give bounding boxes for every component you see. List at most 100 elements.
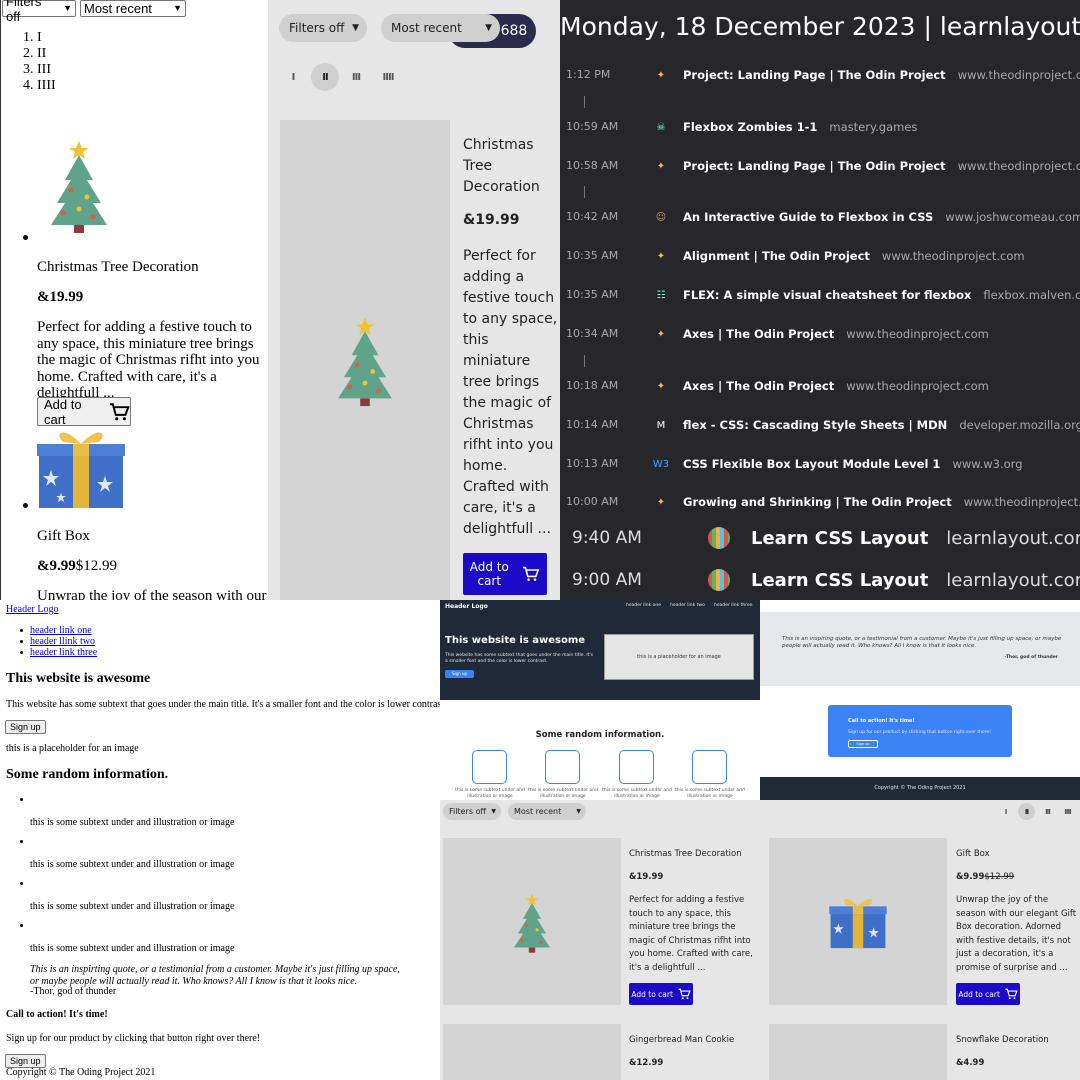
learnlayout-icon <box>708 527 730 549</box>
product-image-box <box>769 1024 947 1080</box>
raw-product-list-panel: Filters off ▼ Most recent ▼ 1. I 2. II 3. … <box>0 0 268 600</box>
info-caption: this is some subtext under and illustrat… <box>602 788 672 799</box>
list-bullet <box>20 924 23 927</box>
testimonial-quote: This is an inspiring quote, or a testimo… <box>782 636 1062 649</box>
add-to-cart-label: Add to cart <box>958 989 1000 999</box>
column-3-button[interactable]: III <box>1039 803 1056 820</box>
signup-button[interactable]: Sign up <box>5 720 46 734</box>
product-name: Christmas Tree Decoration <box>463 137 540 195</box>
history-entry[interactable]: 10:34 AM ✦ Axes | The Odin Project www.theo… <box>560 327 1080 347</box>
history-entry[interactable]: 10:00 AM ✦ Growing and Shrinking | The Odi… <box>560 495 1080 515</box>
list-bullet <box>20 798 23 801</box>
sort-select[interactable]: Most recent ▼ <box>381 14 500 42</box>
column-item[interactable]: 3. III <box>23 62 56 78</box>
sort-select[interactable]: Most recent ▼ <box>508 803 586 820</box>
entry-title: Growing and Shrinking | The Odin Project… <box>683 495 1080 509</box>
filter-select[interactable]: Filters off ▼ <box>443 803 501 820</box>
column-4-button[interactable]: IIII <box>1059 803 1076 820</box>
chevron-down-icon: ▼ <box>485 23 492 33</box>
column-item[interactable]: 1. I <box>23 30 56 46</box>
history-entry-large[interactable]: 9:00 AM Learn CSS Layout learnlayout.com <box>560 569 1080 600</box>
history-entry[interactable]: 10:13 AM W3 CSS Flexible Box Layout Module… <box>560 457 1080 477</box>
filter-select-value: Filters off <box>449 807 486 816</box>
history-entry-large[interactable]: 9:40 AM Learn CSS Layout learnlayout.com <box>560 527 1080 568</box>
history-entry[interactable]: 10:35 AM ☷ FLEX: A simple visual cheatshee… <box>560 288 1080 308</box>
chevron-down-icon: ▼ <box>352 23 359 33</box>
product-price: &9.99 <box>956 872 985 882</box>
cart-icon <box>1005 988 1018 1000</box>
column-4-button[interactable]: IIII <box>374 63 402 91</box>
filter-select[interactable]: Filters off ▼ <box>2 0 76 24</box>
list-bullet <box>23 503 28 508</box>
product-old-price: $12.99 <box>984 872 1015 882</box>
cta-title: Call to action! It's time! <box>848 718 915 724</box>
cart-icon <box>109 402 130 420</box>
entry-domain: mastery.games <box>829 120 918 134</box>
entry-time: 10:35 AM <box>566 249 619 262</box>
product-description: Unwrap the joy of the season with our el… <box>956 895 1077 973</box>
product-image-box <box>280 120 450 600</box>
entry-domain: learnlayout.com <box>946 528 1080 549</box>
entry-time: 10:34 AM <box>566 327 619 340</box>
christmas-tree-image <box>514 893 550 953</box>
chevron-down-icon: ▼ <box>491 808 496 815</box>
add-to-cart-button[interactable]: Add to cart <box>463 553 547 595</box>
history-entry[interactable]: 1:12 PM ✦ Project: Landing Page | The Odin… <box>560 68 1080 88</box>
entry-time: 10:58 AM <box>566 159 619 172</box>
header-logo[interactable]: Header Logo <box>445 603 488 610</box>
info-caption: this is some subtext under and illustrat… <box>30 901 235 912</box>
entry-title: Project: Landing Page | The Odin Project… <box>683 159 1080 173</box>
header-link-two[interactable]: header llink two <box>30 636 95 647</box>
footer-copyright: Copyright © The Oding Project 2021 <box>6 1067 156 1078</box>
product-old-price: $12.99 <box>75 558 117 574</box>
odin-icon: ✦ <box>656 380 666 392</box>
column-2-button[interactable]: II <box>1018 803 1035 820</box>
entry-title: Alignment | The Odin Project www.theodinp… <box>683 249 1025 263</box>
history-entry[interactable]: 10:58 AM ✦ Project: Landing Page | The Odi… <box>560 159 1080 179</box>
header-link-three[interactable]: header link three <box>714 603 753 608</box>
sort-select-value: Most recent <box>391 21 462 35</box>
cta-signup-button[interactable]: Sign up <box>848 740 878 748</box>
add-to-cart-button[interactable]: Add to cart <box>37 396 131 427</box>
hero-subtext: This website has some subtext that goes … <box>445 653 594 664</box>
history-entry[interactable]: 10:14 AM Mflex - CSS: Cascading Style She… <box>560 418 1080 438</box>
column-1-button[interactable]: I <box>279 63 307 91</box>
column-2-button[interactable]: II <box>311 63 339 91</box>
mdn-icon: M <box>656 419 666 431</box>
entry-domain: www.joshwcomeau.com <box>945 210 1080 224</box>
add-to-cart-button[interactable]: Add to cart <box>629 983 693 1005</box>
sort-select[interactable]: Most recent ▼ <box>80 0 186 17</box>
signup-button[interactable]: Sign up <box>445 670 474 678</box>
entry-domain: www.theodinproject.com <box>963 495 1080 509</box>
header-link-three[interactable]: header link three <box>30 647 97 658</box>
history-entry[interactable]: 10:18 AM ✦ Axes | The Odin Project www.theo… <box>560 379 1080 399</box>
illustration-box <box>472 750 507 784</box>
header-logo-link[interactable]: Header Logo <box>6 604 58 615</box>
column-1-button[interactable]: I <box>997 803 1014 820</box>
column-3-button[interactable]: III <box>342 63 370 91</box>
column-item[interactable]: 4. IIII <box>23 78 56 94</box>
image-placeholder: this is a placeholder for an image <box>6 743 139 754</box>
column-item[interactable]: 2. II <box>23 46 56 62</box>
entry-title: Axes | The Odin Project www.theodinprojec… <box>683 327 989 341</box>
history-entry[interactable]: 10:59 AM ☠ Flexbox Zombies 1-1 mastery.game… <box>560 120 1080 140</box>
quote-section: This is an inspiring quote, or a testimo… <box>760 612 1080 686</box>
product-description: Perfect for adding a festive touch to an… <box>37 319 260 401</box>
odin-icon: ✦ <box>656 69 666 81</box>
entry-domain: www.theodinproject.com <box>846 379 989 393</box>
add-to-cart-label: Add to cart <box>44 396 82 427</box>
header-link-one[interactable]: header link one <box>626 603 661 608</box>
filter-select[interactable]: Filters off ▼ <box>279 14 367 42</box>
header-link-two[interactable]: header link two <box>670 603 705 608</box>
entry-domain: flexbox.malven.co <box>983 288 1080 302</box>
odin-icon: ✦ <box>656 160 666 172</box>
product-price: &19.99 <box>37 289 84 305</box>
cta-signup-button[interactable]: Sign up <box>5 1054 46 1068</box>
footer-copyright: Copyright © The Oding Project 2021 <box>760 777 1080 800</box>
add-to-cart-button[interactable]: Add to cart <box>956 983 1020 1005</box>
chevron-down-icon: ▼ <box>63 3 72 13</box>
w3-icon: W3 <box>652 458 670 470</box>
header-link-one[interactable]: header link one <box>30 625 92 636</box>
history-entry[interactable]: 10:42 AM ☺ An Interactive Guide to Flexbox… <box>560 210 1080 230</box>
history-entry[interactable]: 10:35 AM ✦ Alignment | The Odin Project www… <box>560 249 1080 269</box>
